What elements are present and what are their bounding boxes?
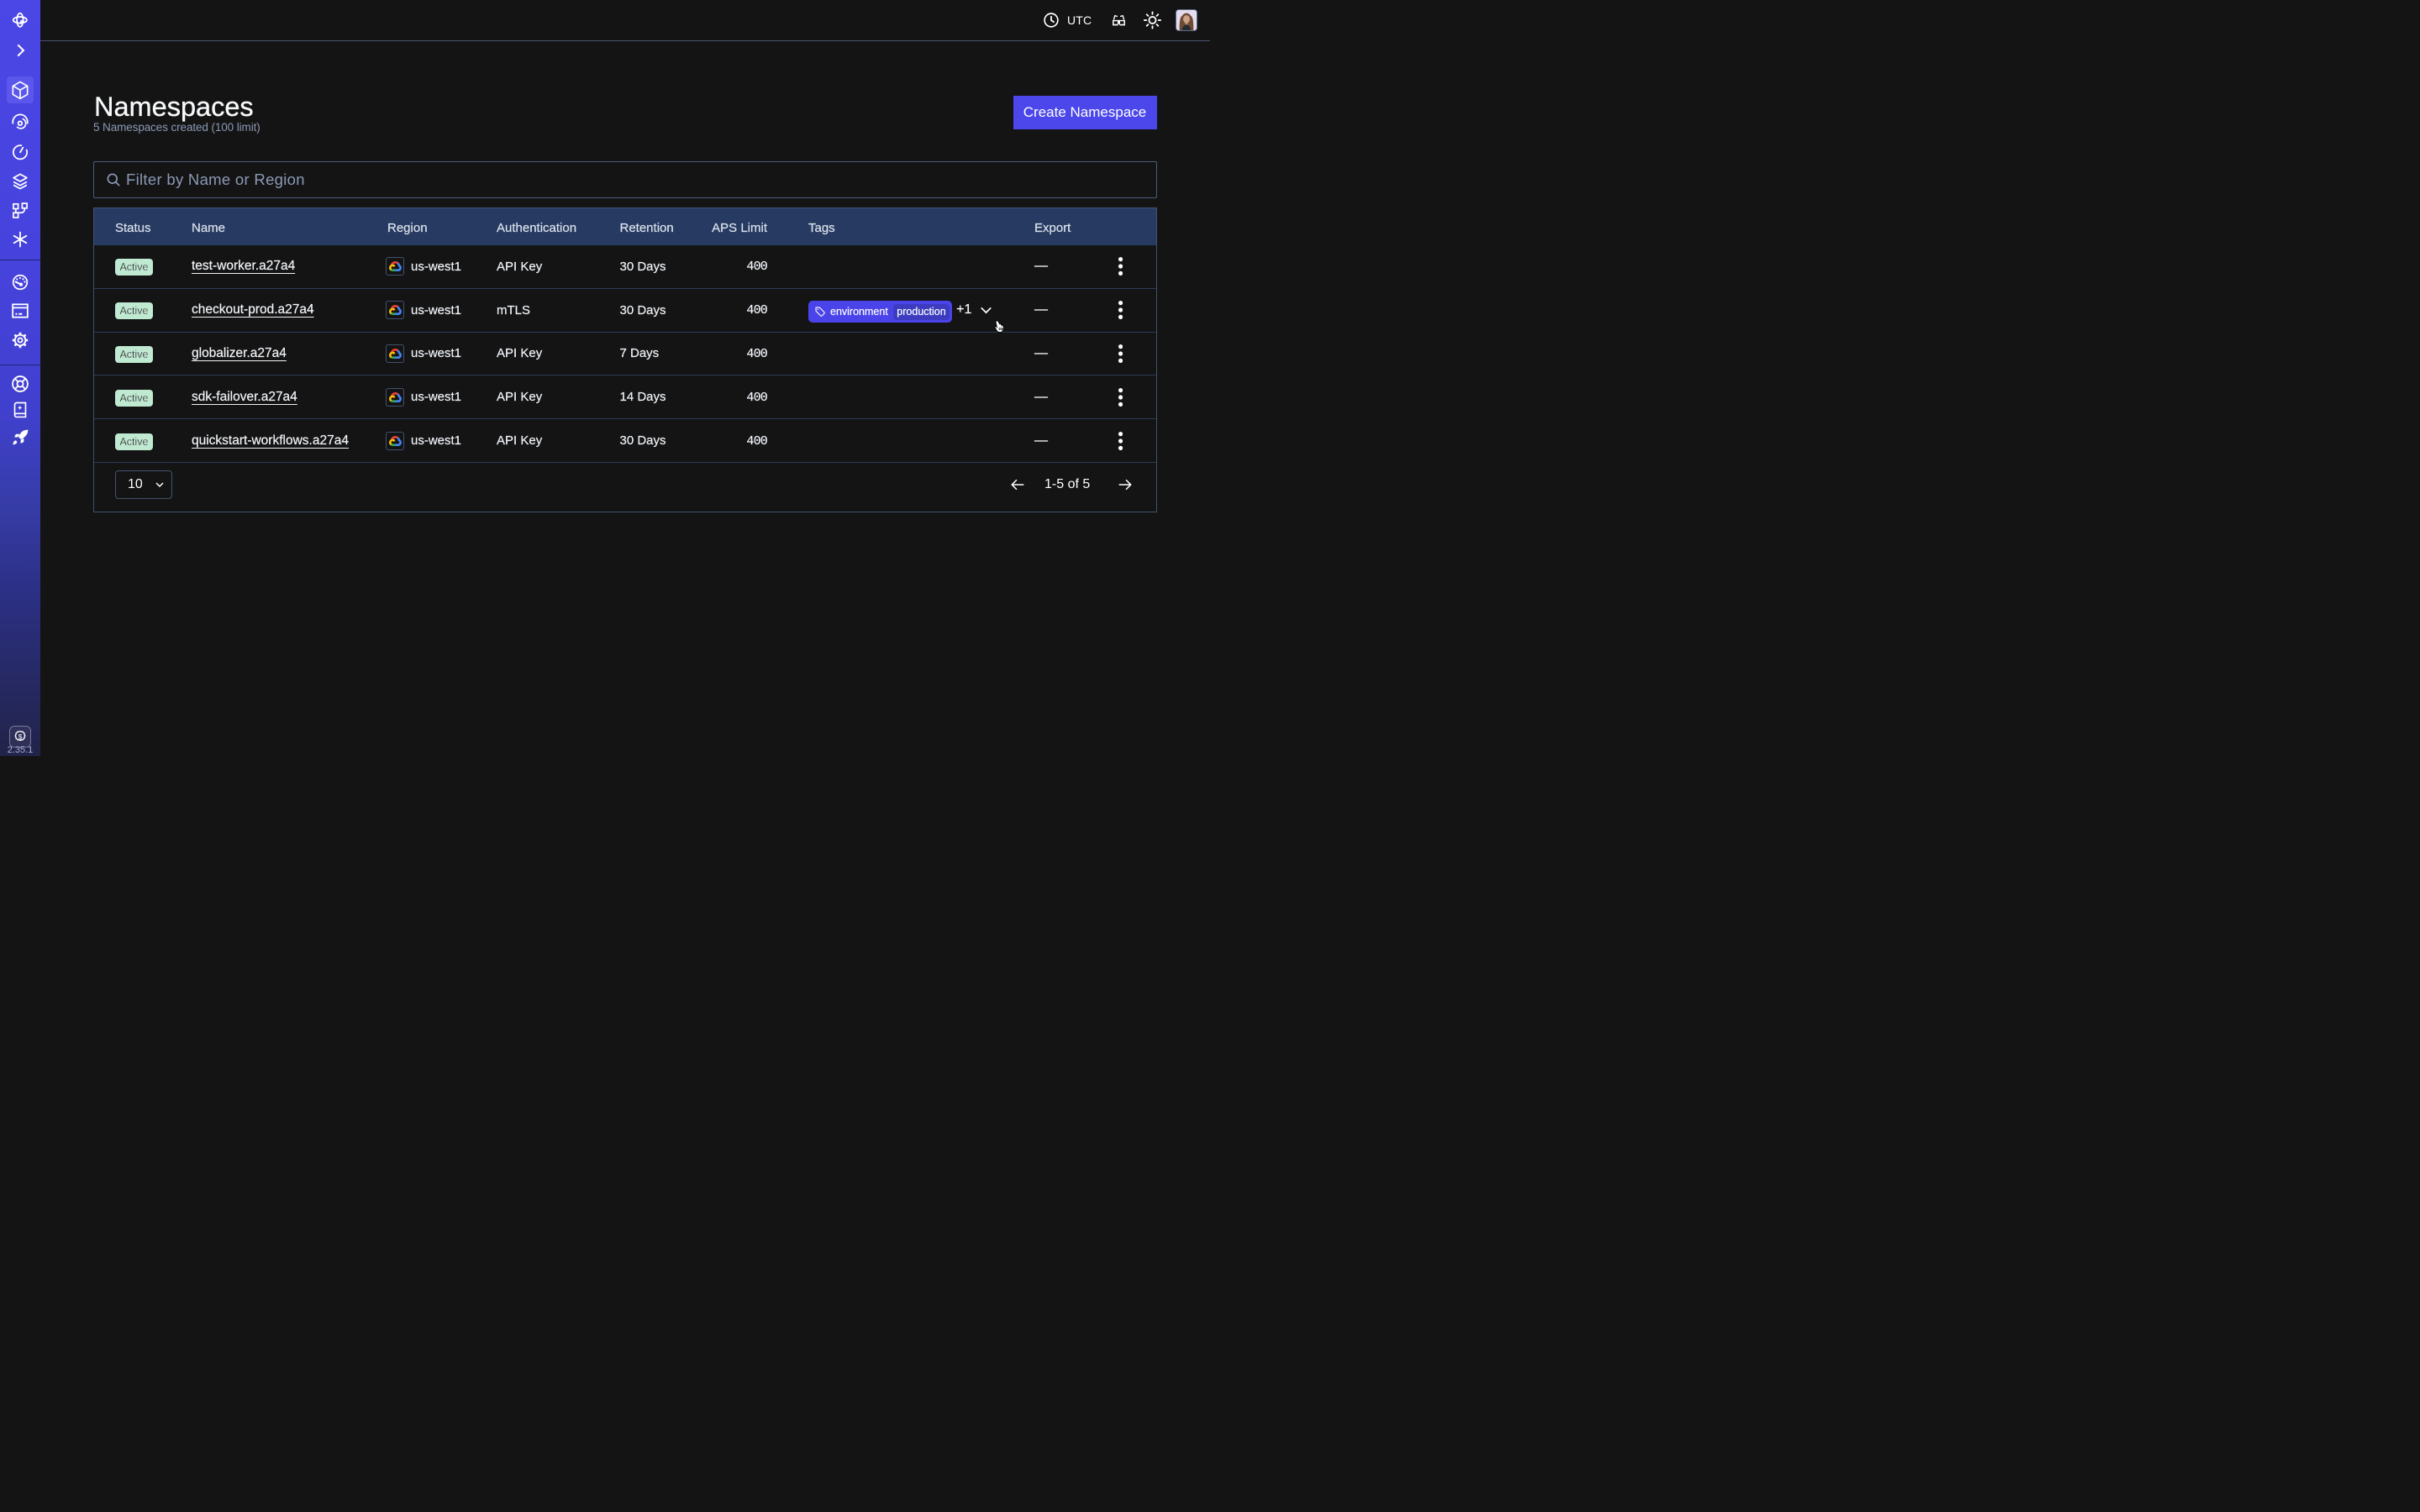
svg-text:$: $	[18, 733, 23, 741]
